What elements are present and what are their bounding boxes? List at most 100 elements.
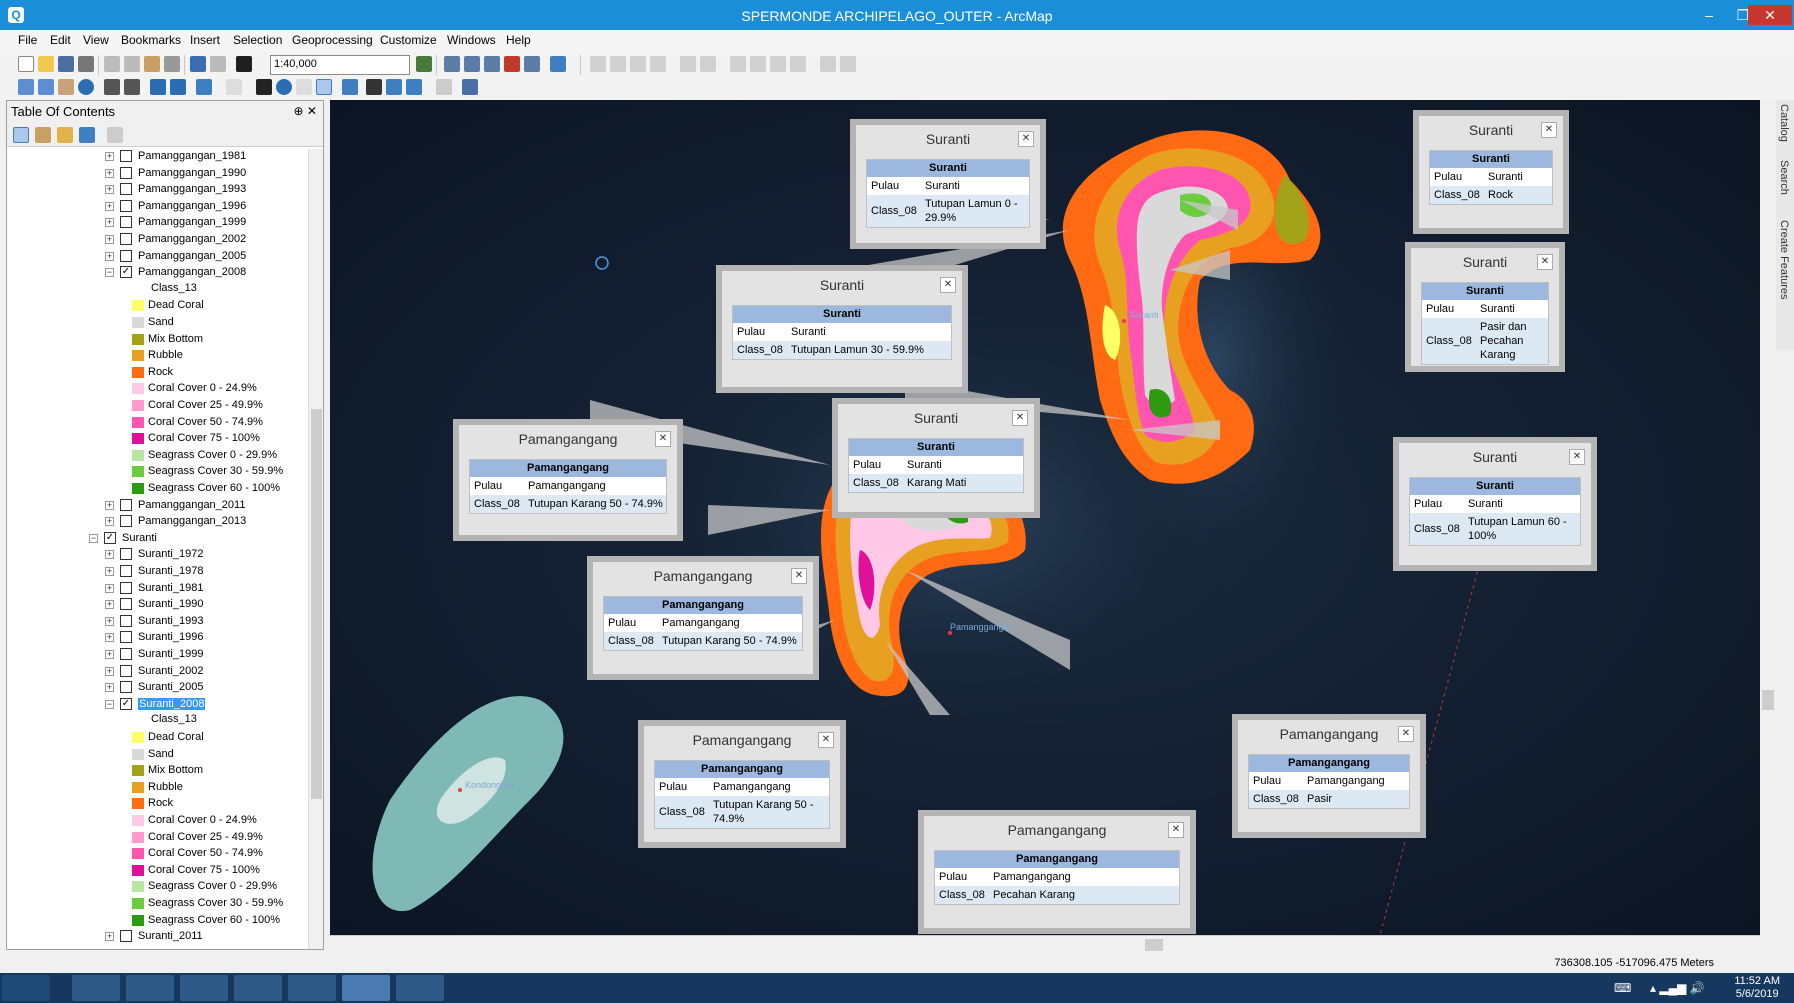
- split-tool-icon[interactable]: [680, 56, 696, 72]
- layer-visibility-checkbox[interactable]: [120, 664, 132, 677]
- zoom-out-icon[interactable]: [38, 79, 54, 95]
- layer-name[interactable]: Suranti_2008: [138, 697, 206, 710]
- popup-close-icon[interactable]: ✕: [655, 431, 671, 447]
- snapping-icon[interactable]: [820, 56, 836, 72]
- start-button-icon[interactable]: [2, 975, 50, 1001]
- excel-icon[interactable]: [288, 975, 336, 1001]
- identify-popup[interactable]: Suranti ✕ Suranti Pulau Suranti Class_08 Pasir…: [1405, 242, 1565, 372]
- pan-hand-icon[interactable]: [58, 79, 74, 95]
- layer-visibility-checkbox[interactable]: [120, 249, 132, 262]
- menu-geoprocessing[interactable]: Geoprocessing: [292, 33, 373, 47]
- goto-xy-icon[interactable]: [406, 79, 422, 95]
- expand-toggle-icon[interactable]: +: [105, 616, 114, 626]
- expand-toggle-icon[interactable]: +: [105, 251, 114, 261]
- menu-insert[interactable]: Insert: [190, 33, 220, 47]
- close-button[interactable]: ✕: [1748, 5, 1792, 25]
- rotate-tool-icon[interactable]: [700, 56, 716, 72]
- expand-toggle-icon[interactable]: +: [105, 185, 114, 195]
- identify-popup[interactable]: Pamangangang ✕ Pamangangang Pulau Pamanganga…: [638, 720, 846, 848]
- clock[interactable]: 11:52 AM 5/6/2019: [1734, 975, 1780, 1001]
- layer-visibility-checkbox[interactable]: [120, 233, 132, 245]
- menu-file[interactable]: File: [18, 33, 37, 47]
- popup-close-icon[interactable]: ✕: [791, 568, 807, 584]
- catalog-window-icon[interactable]: [464, 56, 480, 72]
- search-window-icon[interactable]: [484, 56, 500, 72]
- back-arrow-icon[interactable]: [150, 79, 166, 95]
- create-features-icon[interactable]: [770, 56, 786, 72]
- layer-name[interactable]: Suranti_1978: [138, 565, 203, 577]
- keyboard-icon[interactable]: ⌨: [1614, 981, 1631, 995]
- expand-toggle-icon[interactable]: +: [105, 235, 114, 244]
- expand-toggle-icon[interactable]: +: [105, 550, 114, 560]
- expand-toggle-icon[interactable]: +: [105, 152, 114, 161]
- popup-close-icon[interactable]: ✕: [1569, 449, 1585, 465]
- identify-popup[interactable]: Pamangangang ✕ Pamangangang Pulau Pamanganga…: [587, 556, 819, 680]
- expand-toggle-icon[interactable]: +: [105, 583, 114, 593]
- expand-toggle-icon[interactable]: +: [105, 633, 114, 643]
- expand-toggle-icon[interactable]: +: [105, 600, 114, 610]
- menu-customize[interactable]: Customize: [380, 33, 437, 47]
- find-binoculars-icon[interactable]: [366, 79, 382, 95]
- add-data-icon[interactable]: [236, 56, 252, 72]
- layer-name[interactable]: Pamanggangan_2011: [138, 499, 245, 511]
- search-tab[interactable]: Search: [1778, 160, 1790, 195]
- zoom-in-icon[interactable]: [18, 79, 34, 95]
- expand-toggle-icon[interactable]: +: [105, 932, 114, 942]
- menu-windows[interactable]: Windows: [447, 33, 496, 47]
- menu-help[interactable]: Help: [506, 33, 531, 47]
- trace-icon[interactable]: [630, 56, 646, 72]
- layer-name[interactable]: Suranti_1996: [138, 631, 203, 643]
- layer-name[interactable]: Suranti_2011: [138, 930, 203, 942]
- full-extent-icon[interactable]: [78, 79, 94, 95]
- cut-icon[interactable]: [104, 56, 120, 72]
- expand-toggle-icon[interactable]: −: [89, 533, 98, 543]
- layer-visibility-checkbox[interactable]: [120, 930, 132, 943]
- layer-visibility-checkbox[interactable]: ✓: [120, 266, 132, 279]
- layer-name[interactable]: Pamanggangan_1993: [138, 183, 246, 195]
- layer-visibility-checkbox[interactable]: [120, 515, 132, 528]
- popup-close-icon[interactable]: ✕: [1018, 131, 1034, 147]
- layer-name[interactable]: Suranti_2002: [138, 665, 203, 677]
- menu-view[interactable]: View: [83, 33, 109, 47]
- identify-popup[interactable]: Suranti ✕ Suranti Pulau Suranti Class_08 Tutup…: [716, 265, 968, 393]
- expand-toggle-icon[interactable]: +: [105, 650, 114, 659]
- layer-name[interactable]: Pamanggangan_2008: [138, 266, 246, 278]
- list-by-source-icon[interactable]: [35, 127, 51, 143]
- identify-popup[interactable]: Pamangangang ✕ Pamangangang Pulau Pamanganga…: [1232, 714, 1426, 838]
- layer-name[interactable]: Suranti_1972: [138, 548, 203, 560]
- popup-close-icon[interactable]: ✕: [1541, 122, 1557, 138]
- map-horizontal-scrollbar[interactable]: [330, 935, 1760, 953]
- layer-name[interactable]: Pamanggangan_1999: [138, 216, 246, 228]
- arctoolbox-icon[interactable]: [504, 56, 520, 72]
- clear-selection-icon[interactable]: [226, 79, 242, 95]
- layer-name[interactable]: Pamanggangan_1981: [138, 150, 246, 162]
- forward-arrow-icon[interactable]: [170, 79, 186, 95]
- layer-visibility-checkbox[interactable]: ✓: [120, 697, 132, 710]
- toc-scrollbar[interactable]: [308, 149, 323, 949]
- layer-visibility-checkbox[interactable]: [120, 614, 132, 627]
- layer-name[interactable]: Suranti_1990: [138, 598, 203, 610]
- popup-close-icon[interactable]: ✕: [1537, 254, 1553, 270]
- identify-icon[interactable]: [276, 79, 292, 95]
- expand-toggle-icon[interactable]: +: [105, 168, 114, 178]
- model-builder-icon[interactable]: [550, 56, 566, 72]
- map-hscroll-thumb[interactable]: [1145, 939, 1163, 951]
- identify-popup[interactable]: Suranti ✕ Suranti Pulau Suranti Class_08 Rock: [1413, 110, 1569, 234]
- internet-explorer-icon[interactable]: [126, 975, 174, 1001]
- tray-icons[interactable]: ▴ ▂▄▆ 🔊: [1650, 981, 1705, 995]
- layer-visibility-checkbox[interactable]: [120, 565, 132, 577]
- popup-close-icon[interactable]: ✕: [1168, 822, 1184, 838]
- save-icon[interactable]: [58, 56, 74, 72]
- layer-name[interactable]: Pamanggangan_2013: [138, 515, 246, 527]
- select-elements-icon[interactable]: [256, 79, 272, 95]
- store-icon[interactable]: [180, 975, 228, 1001]
- popup-close-icon[interactable]: ✕: [818, 732, 834, 748]
- layer-visibility-checkbox[interactable]: [120, 598, 132, 611]
- layer-name[interactable]: Suranti_2005: [138, 681, 203, 693]
- identify-popup[interactable]: Pamangangang ✕ Pamangangang Pulau Pamanganga…: [918, 810, 1196, 934]
- menu-bookmarks[interactable]: Bookmarks: [121, 33, 181, 47]
- expand-toggle-icon[interactable]: −: [105, 268, 114, 278]
- toc-scrollbar-thumb[interactable]: [311, 409, 322, 799]
- list-by-selection-icon[interactable]: [79, 127, 95, 143]
- table-of-contents-icon[interactable]: [444, 56, 460, 72]
